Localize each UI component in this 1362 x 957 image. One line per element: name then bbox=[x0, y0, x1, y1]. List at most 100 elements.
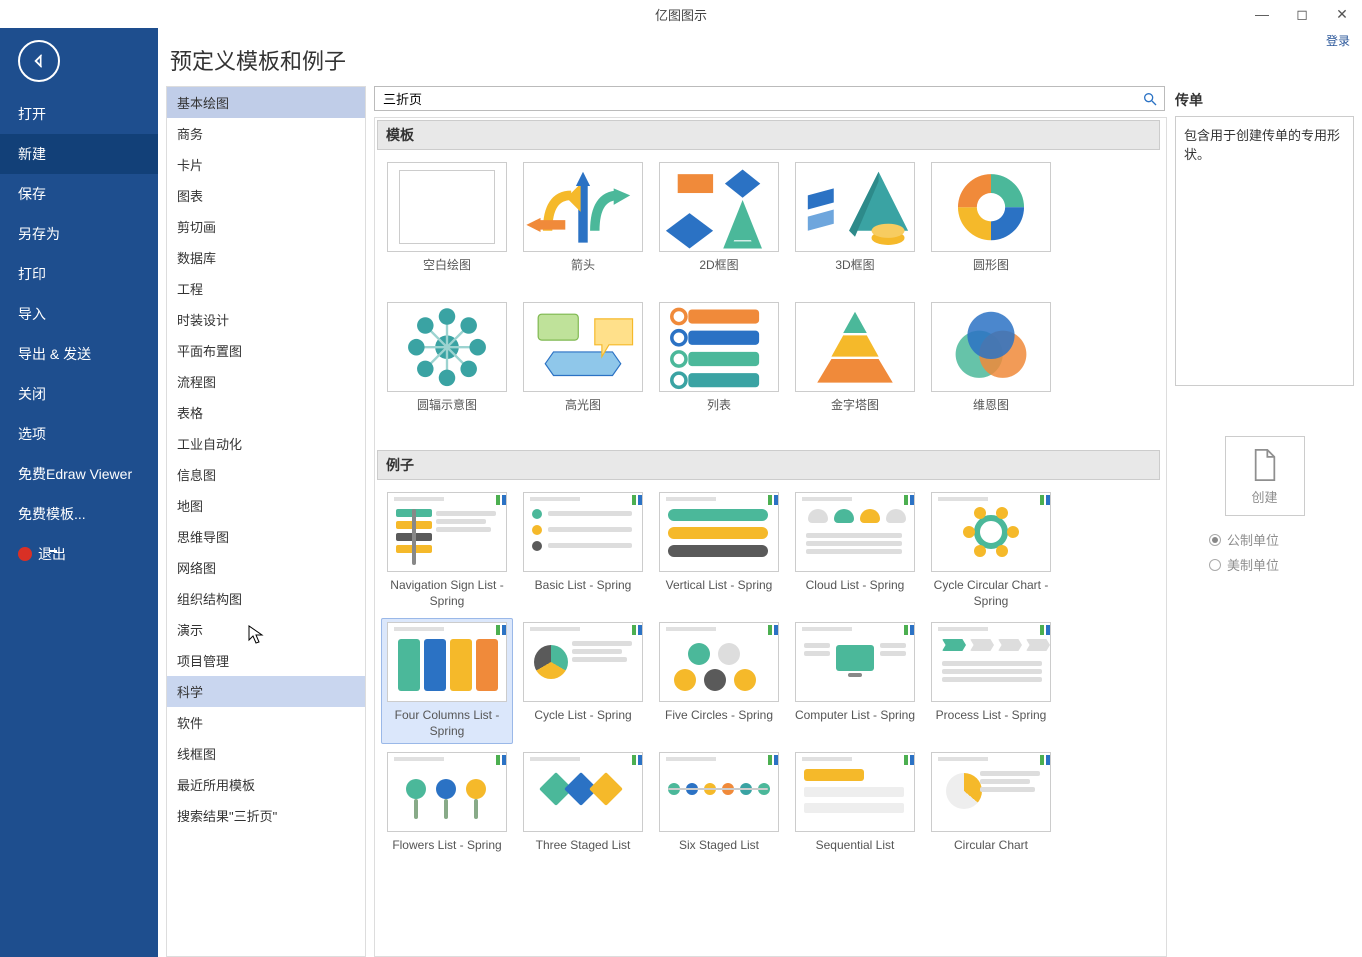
template-label: 维恩图 bbox=[929, 398, 1053, 430]
category-item[interactable]: 演示 bbox=[167, 614, 365, 645]
minimize-button[interactable]: — bbox=[1242, 0, 1282, 28]
category-item[interactable]: 基本绘图 bbox=[167, 87, 365, 118]
example-label: Vertical List - Spring bbox=[657, 578, 781, 610]
template-thumb bbox=[795, 162, 915, 252]
example-tile[interactable]: Cycle Circular Chart - Spring bbox=[925, 488, 1057, 614]
category-item[interactable]: 工程 bbox=[167, 273, 365, 304]
example-tile[interactable]: Five Circles - Spring bbox=[653, 618, 785, 744]
template-thumb bbox=[659, 302, 779, 392]
example-tile[interactable]: Computer List - Spring bbox=[789, 618, 921, 744]
search-button[interactable] bbox=[1136, 87, 1164, 110]
search-bar bbox=[374, 86, 1165, 111]
category-item[interactable]: 图表 bbox=[167, 180, 365, 211]
example-thumb bbox=[523, 622, 643, 702]
category-item[interactable]: 平面布置图 bbox=[167, 335, 365, 366]
example-tile[interactable]: Six Staged List bbox=[653, 748, 785, 874]
create-label: 创建 bbox=[1251, 487, 1277, 506]
example-label: Basic List - Spring bbox=[521, 578, 645, 610]
template-tile[interactable]: 空白绘图 bbox=[381, 158, 513, 294]
example-tile[interactable]: Flowers List - Spring bbox=[381, 748, 513, 874]
category-item[interactable]: 组织结构图 bbox=[167, 583, 365, 614]
example-thumb bbox=[523, 752, 643, 832]
example-tile[interactable]: Basic List - Spring bbox=[517, 488, 649, 614]
sidebar-item-8[interactable]: 选项 bbox=[0, 414, 158, 454]
example-label: Process List - Spring bbox=[929, 708, 1053, 740]
category-item[interactable]: 信息图 bbox=[167, 459, 365, 490]
sidebar-item-9[interactable]: 免费Edraw Viewer bbox=[0, 454, 158, 494]
example-tile[interactable]: Process List - Spring bbox=[925, 618, 1057, 744]
right-panel: 传单 包含用于创建传单的专用形状。 创建 公制单位 美制单位 bbox=[1167, 28, 1362, 957]
login-link[interactable]: 登录 bbox=[1326, 32, 1350, 49]
template-tile[interactable]: 维恩图 bbox=[925, 298, 1057, 434]
category-item[interactable]: 工业自动化 bbox=[167, 428, 365, 459]
example-tile[interactable]: Four Columns List - Spring bbox=[381, 618, 513, 744]
template-tile[interactable]: 金字塔图 bbox=[789, 298, 921, 434]
template-tile[interactable]: 圆辐示意图 bbox=[381, 298, 513, 434]
example-thumb bbox=[931, 622, 1051, 702]
gallery-scroll[interactable]: 模板 空白绘图箭头2D框图3D框图圆形图圆辐示意图高光图列表金字塔图维恩图 例子… bbox=[374, 117, 1167, 957]
template-tile[interactable]: 箭头 bbox=[517, 158, 649, 294]
sidebar-item-7[interactable]: 关闭 bbox=[0, 374, 158, 414]
sidebar-item-3[interactable]: 另存为 bbox=[0, 214, 158, 254]
category-item[interactable]: 搜索结果"三折页" bbox=[167, 800, 365, 831]
template-label: 3D框图 bbox=[793, 258, 917, 290]
example-tile[interactable]: Cycle List - Spring bbox=[517, 618, 649, 744]
template-label: 高光图 bbox=[521, 398, 645, 430]
template-label: 金字塔图 bbox=[793, 398, 917, 430]
category-item[interactable]: 商务 bbox=[167, 118, 365, 149]
example-tile[interactable]: Cloud List - Spring bbox=[789, 488, 921, 614]
template-tile[interactable]: 2D框图 bbox=[653, 158, 785, 294]
example-label: Flowers List - Spring bbox=[385, 838, 509, 870]
back-button[interactable] bbox=[18, 40, 60, 82]
example-thumb bbox=[931, 752, 1051, 832]
example-tile[interactable]: Sequential List bbox=[789, 748, 921, 874]
category-item[interactable]: 数据库 bbox=[167, 242, 365, 273]
sidebar-item-5[interactable]: 导入 bbox=[0, 294, 158, 334]
category-item[interactable]: 线框图 bbox=[167, 738, 365, 769]
sidebar-item-6[interactable]: 导出 & 发送 bbox=[0, 334, 158, 374]
sidebar-item-2[interactable]: 保存 bbox=[0, 174, 158, 214]
window-controls: — ◻ ✕ bbox=[1242, 0, 1362, 28]
example-tile[interactable]: Three Staged List bbox=[517, 748, 649, 874]
template-tile[interactable]: 3D框图 bbox=[789, 158, 921, 294]
category-item[interactable]: 卡片 bbox=[167, 149, 365, 180]
sidebar-item-10[interactable]: 免费模板... bbox=[0, 494, 158, 534]
template-label: 列表 bbox=[657, 398, 781, 430]
sidebar-item-4[interactable]: 打印 bbox=[0, 254, 158, 294]
create-button[interactable]: 创建 bbox=[1225, 436, 1305, 516]
category-list[interactable]: 基本绘图商务卡片图表剪切画数据库工程时装设计平面布置图流程图表格工业自动化信息图… bbox=[166, 86, 366, 957]
example-tile[interactable]: Circular Chart bbox=[925, 748, 1057, 874]
app-title: 亿图图示 bbox=[655, 5, 707, 24]
example-thumb bbox=[931, 492, 1051, 572]
template-thumb bbox=[931, 302, 1051, 392]
close-button[interactable]: ✕ bbox=[1322, 0, 1362, 28]
unit-metric-radio[interactable]: 公制单位 bbox=[1209, 530, 1354, 549]
category-item[interactable]: 表格 bbox=[167, 397, 365, 428]
example-label: Sequential List bbox=[793, 838, 917, 870]
category-item[interactable]: 流程图 bbox=[167, 366, 365, 397]
maximize-button[interactable]: ◻ bbox=[1282, 0, 1322, 28]
category-item[interactable]: 软件 bbox=[167, 707, 365, 738]
template-thumb bbox=[523, 162, 643, 252]
category-item[interactable]: 网络图 bbox=[167, 552, 365, 583]
category-item[interactable]: 剪切画 bbox=[167, 211, 365, 242]
sidebar-item-1[interactable]: 新建 bbox=[0, 134, 158, 174]
template-tile[interactable]: 圆形图 bbox=[925, 158, 1057, 294]
category-item[interactable]: 科学 bbox=[167, 676, 365, 707]
category-item[interactable]: 项目管理 bbox=[167, 645, 365, 676]
template-tile[interactable]: 高光图 bbox=[517, 298, 649, 434]
category-item[interactable]: 时装设计 bbox=[167, 304, 365, 335]
example-tile[interactable]: Vertical List - Spring bbox=[653, 488, 785, 614]
unit-imperial-radio[interactable]: 美制单位 bbox=[1209, 555, 1354, 574]
example-thumb bbox=[795, 492, 915, 572]
sidebar-item-11[interactable]: 退出 bbox=[0, 534, 158, 574]
category-item[interactable]: 最近所用模板 bbox=[167, 769, 365, 800]
sidebar-item-0[interactable]: 打开 bbox=[0, 94, 158, 134]
example-thumb bbox=[387, 492, 507, 572]
templates-header: 模板 bbox=[377, 120, 1160, 150]
example-tile[interactable]: Navigation Sign List - Spring bbox=[381, 488, 513, 614]
category-item[interactable]: 思维导图 bbox=[167, 521, 365, 552]
search-input[interactable] bbox=[375, 87, 1136, 110]
template-tile[interactable]: 列表 bbox=[653, 298, 785, 434]
category-item[interactable]: 地图 bbox=[167, 490, 365, 521]
